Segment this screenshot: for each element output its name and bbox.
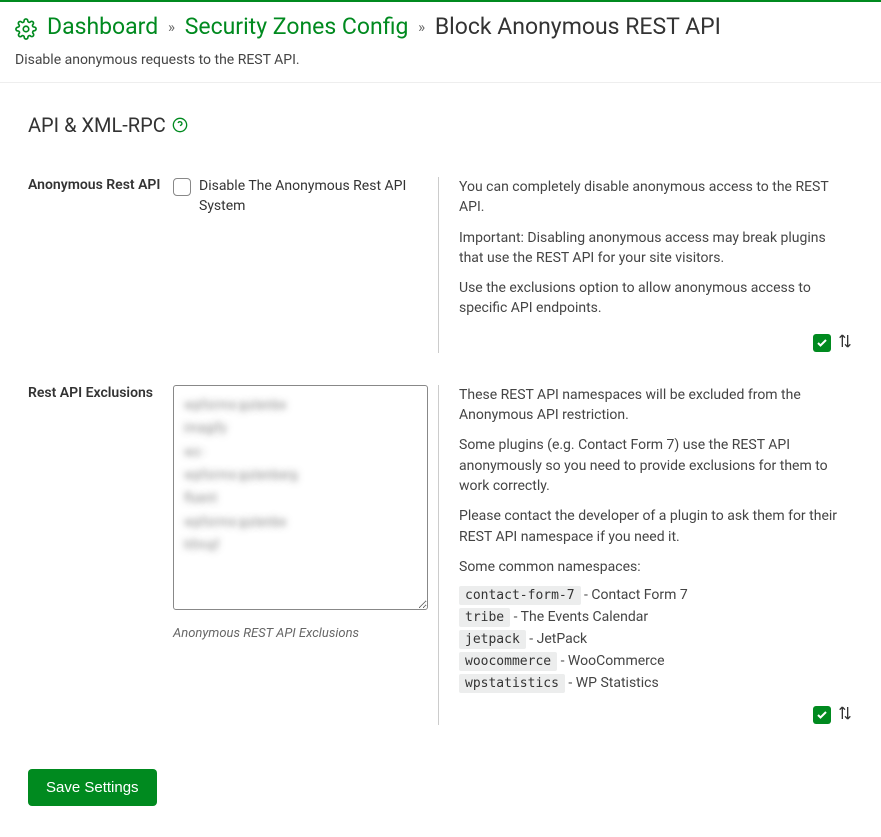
section-title: API & XML-RPC [28, 113, 853, 137]
check-badge-icon[interactable] [813, 706, 831, 724]
desc-text: These REST API namespaces will be exclud… [459, 385, 853, 426]
desc-text: Some plugins (e.g. Contact Form 7) use t… [459, 435, 853, 496]
namespace-item: jetpack - JetPack [459, 631, 853, 647]
breadcrumb: Dashboard » Security Zones Config » Bloc… [47, 12, 721, 42]
breadcrumb-dashboard[interactable]: Dashboard [47, 13, 158, 40]
desc-text: Important: Disabling anonymous access ma… [459, 228, 853, 269]
namespace-item: tribe - The Events Calendar [459, 609, 853, 625]
page-subtitle: Disable anonymous requests to the REST A… [15, 52, 866, 68]
sort-icon[interactable] [837, 333, 853, 353]
namespace-item: contact-form-7 - Contact Form 7 [459, 587, 853, 603]
exclusions-textarea[interactable] [173, 385, 428, 610]
help-icon[interactable] [172, 117, 188, 133]
breadcrumb-zones[interactable]: Security Zones Config [185, 13, 409, 40]
option-label-rest-api-exclusions: Rest API Exclusions [28, 385, 173, 725]
breadcrumb-current: Block Anonymous REST API [435, 13, 721, 40]
disable-anonymous-checkbox[interactable] [173, 178, 191, 196]
desc-text: You can completely disable anonymous acc… [459, 177, 853, 218]
option-label-anonymous-rest-api: Anonymous Rest API [28, 177, 173, 353]
save-button[interactable]: Save Settings [28, 769, 157, 806]
desc-text: Use the exclusions option to allow anony… [459, 278, 853, 319]
namespace-item: wpstatistics - WP Statistics [459, 675, 853, 691]
sort-icon[interactable] [837, 705, 853, 725]
namespace-item: woocommerce - WooCommerce [459, 653, 853, 669]
textarea-caption: Anonymous REST API Exclusions [173, 626, 413, 641]
disable-anonymous-checkbox-label: Disable The Anonymous Rest API System [199, 177, 413, 216]
check-badge-icon[interactable] [813, 334, 831, 352]
desc-text: Some common namespaces: [459, 557, 853, 577]
gear-icon [15, 18, 37, 44]
desc-text: Please contact the developer of a plugin… [459, 506, 853, 547]
